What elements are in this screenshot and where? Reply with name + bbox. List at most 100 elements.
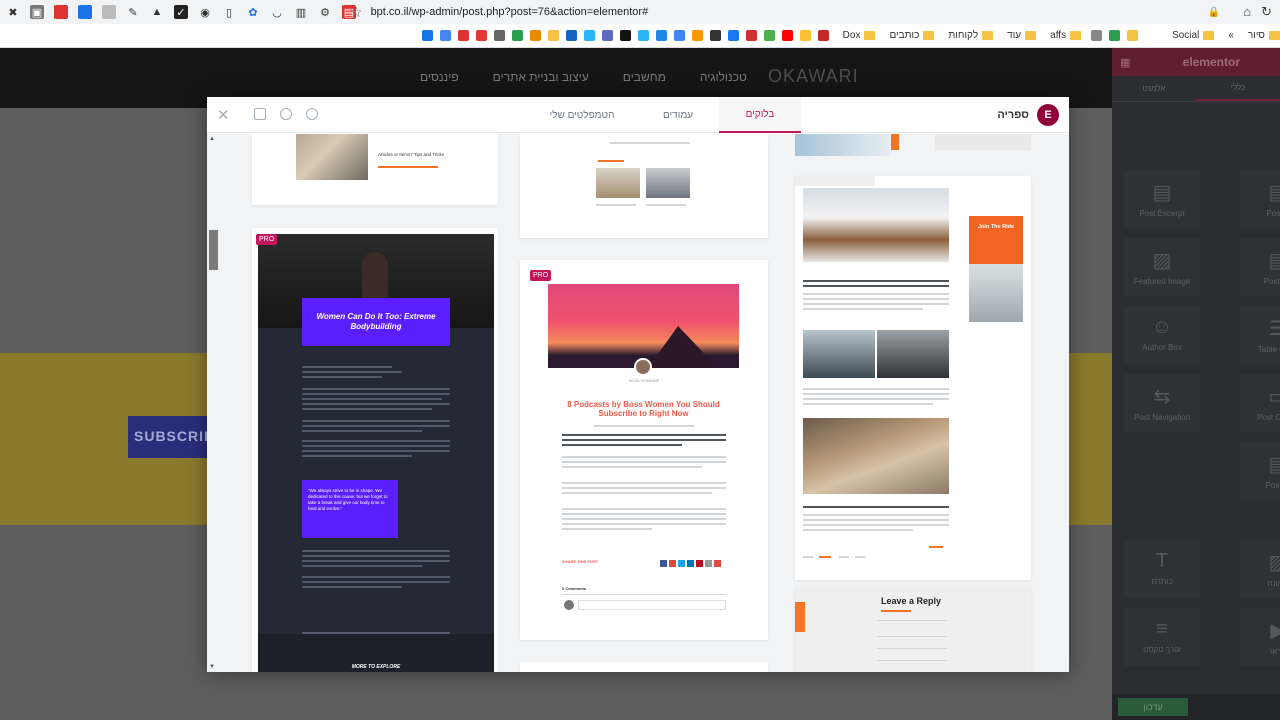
close-icon[interactable]: ✕ [217, 106, 230, 124]
tab-element[interactable]: אלמנט [1112, 76, 1196, 101]
bookmark-icon[interactable] [637, 30, 649, 41]
extension-icon[interactable] [102, 5, 116, 19]
extension-icon[interactable]: ✿ [246, 5, 260, 19]
widget-image[interactable]: ▨תמונה [1240, 540, 1280, 598]
widget-post-navigation[interactable]: ⇆ Post Navigation [1124, 374, 1200, 432]
update-button[interactable]: עדכון [1118, 698, 1188, 716]
bookmark-icon[interactable] [673, 30, 685, 41]
address-bar[interactable]: ☆ bpt.co.il/wp-admin/post.php?post=76&ac… [350, 3, 1230, 21]
widget-table-of-contents[interactable]: ☰Table of Co [1240, 306, 1280, 364]
bookmark-icon[interactable] [799, 30, 811, 41]
template-card[interactable] [520, 134, 768, 238]
bookmark-icon[interactable] [709, 30, 721, 41]
widget-post-excerpt[interactable]: ▤ Post Excerpt [1124, 170, 1200, 228]
sync-icon[interactable] [280, 108, 292, 120]
bookmark-icon[interactable] [727, 30, 739, 41]
template-card[interactable]: Leave a Reply [795, 586, 1031, 672]
bookmark-icon[interactable] [529, 30, 541, 41]
nav-item[interactable]: עיצוב ובניית אתרים [493, 70, 589, 84]
grid-icon[interactable]: ▦ [1120, 56, 1130, 69]
bookmark-icon[interactable] [475, 30, 487, 41]
extension-icon[interactable]: ✖ [6, 5, 20, 19]
site-logo: OKAWARI [768, 66, 859, 86]
tab-general[interactable]: כללי [1196, 76, 1280, 101]
template-card[interactable] [520, 662, 768, 672]
bookmark-icon[interactable] [601, 30, 613, 41]
widget-text-editor[interactable]: ≡ עורך טקסט [1124, 608, 1200, 666]
extension-icon[interactable]: ▲ [150, 5, 164, 19]
bookmark-icon[interactable] [493, 30, 505, 41]
bookmark-icon[interactable] [565, 30, 577, 41]
scroll-up-icon[interactable]: ▲ [209, 136, 215, 142]
widget-featured-image[interactable]: ▨ Featured Image [1124, 238, 1200, 296]
bookmark-icon[interactable] [763, 30, 775, 41]
extension-icon[interactable]: ✎ [126, 5, 140, 19]
bookmark-icon[interactable] [745, 30, 757, 41]
template-card[interactable]: Articles or Items? Tips and Tricks [252, 134, 498, 205]
bookmark-folder[interactable]: כותבים [889, 30, 935, 41]
bookmark-folder[interactable]: Dox [843, 30, 876, 41]
widget-video[interactable]: ▶וידאו [1240, 608, 1280, 666]
author-name: NOVA VIVIANNE [628, 378, 660, 383]
bookmark-icon[interactable] [1109, 30, 1121, 41]
bookmark-icon[interactable] [583, 30, 595, 41]
extension-icon[interactable]: ▣ [30, 5, 44, 19]
lock-icon[interactable]: 🔒 [1208, 7, 1220, 18]
bookmark-icon[interactable] [421, 30, 433, 41]
bookmark-icon[interactable] [781, 30, 793, 41]
tab-my-templates[interactable]: הטמפלטים שלי [527, 97, 637, 133]
content-icon: ▤ [1268, 250, 1280, 272]
bookmark-icon[interactable] [1127, 30, 1139, 41]
extension-icon[interactable]: ▥ [294, 5, 308, 19]
widget-post-comments[interactable]: ▭Post Comm [1240, 374, 1280, 432]
template-card[interactable]: NOVA VIVIANNE 8 Podcasts by Boss Women Y… [520, 260, 768, 640]
extension-icon[interactable] [54, 5, 68, 19]
folder-icon [1025, 31, 1037, 40]
bookmark-icon[interactable] [817, 30, 829, 41]
bookmark-icon[interactable] [655, 30, 667, 41]
bookmark-folder[interactable]: Social [1172, 30, 1215, 41]
template-card[interactable]: Join The Ride [795, 176, 1031, 580]
scrollbar-thumb[interactable] [209, 230, 218, 270]
tab-pages[interactable]: עמודים [637, 97, 719, 133]
bookmark-icon[interactable] [457, 30, 469, 41]
bookmark-icon[interactable] [511, 30, 523, 41]
nav-item[interactable]: טכנולוגיה [700, 70, 747, 84]
widget-post-info[interactable]: ▤Post In [1240, 442, 1280, 500]
nav-item[interactable]: מחשבים [623, 70, 666, 84]
import-icon[interactable] [306, 108, 318, 120]
extension-icon[interactable]: ▯ [222, 5, 236, 19]
bookmark-folder[interactable]: עוד [1007, 30, 1037, 41]
extension-icon[interactable]: ⚙ [318, 5, 332, 19]
template-card[interactable]: Women Can Do It Too: Extreme Bodybuildin… [252, 228, 498, 672]
widget-author-box[interactable]: ☺ Author Box [1124, 306, 1200, 364]
bookmark-icon[interactable] [691, 30, 703, 41]
save-icon[interactable] [254, 108, 266, 120]
bookmark-folder[interactable]: סיור [1248, 30, 1280, 41]
extension-icon[interactable]: ◉ [198, 5, 212, 19]
bookmark-icon[interactable] [547, 30, 559, 41]
reload-icon[interactable]: ↻ [1261, 4, 1272, 20]
bookmark-folder[interactable]: affs [1050, 30, 1082, 41]
bookmark-star-icon[interactable]: ☆ [350, 4, 363, 21]
bookmark-icon[interactable] [1091, 30, 1103, 41]
bookmark-folder[interactable]: לקוחות [948, 30, 994, 41]
bookmark-icon[interactable] [439, 30, 451, 41]
library-title-area: E ספריה [997, 104, 1059, 126]
widget-heading[interactable]: T כותרת [1124, 540, 1200, 598]
extension-icon[interactable]: ◡ [270, 5, 284, 19]
widget-post-title[interactable]: ▤Post T [1240, 170, 1280, 228]
extension-icon[interactable] [78, 5, 92, 19]
home-icon[interactable]: ⌂ [1243, 4, 1251, 20]
tab-blocks[interactable]: בלוקים [719, 97, 801, 133]
bookmark-overflow[interactable]: » [1228, 30, 1234, 41]
scrollbar[interactable]: ▲ ▼ [207, 134, 219, 672]
scroll-down-icon[interactable]: ▼ [209, 664, 215, 670]
bookmark-icon[interactable] [619, 30, 631, 41]
template-card[interactable] [795, 134, 1031, 156]
extension-icon[interactable]: ✓ [174, 5, 188, 19]
widget-post-content[interactable]: ▤Post Co [1240, 238, 1280, 296]
preview-image [795, 134, 891, 156]
nav-item[interactable]: פיננסים [420, 70, 459, 84]
template-title: Women Can Do It Too: Extreme Bodybuildin… [302, 298, 450, 346]
